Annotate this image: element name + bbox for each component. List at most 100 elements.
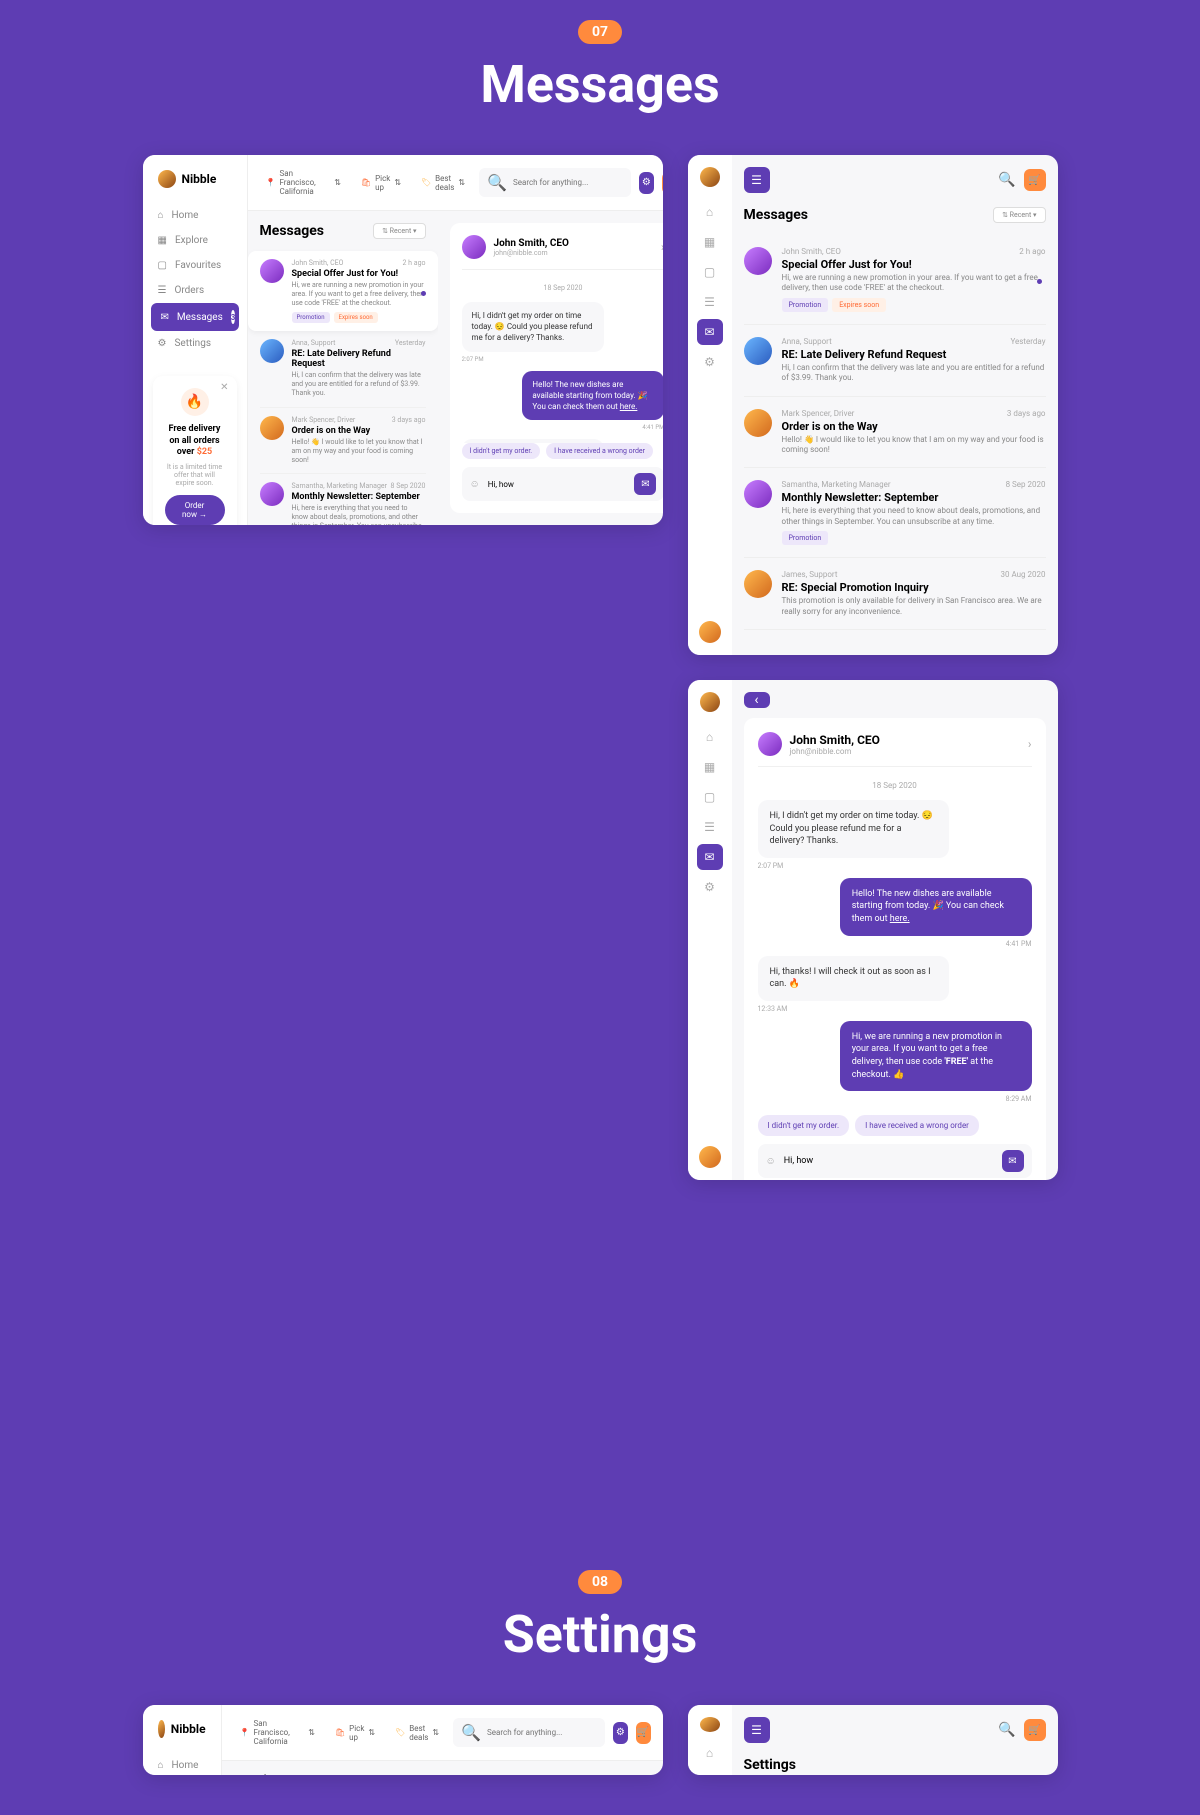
bubble-timestamp: 2:07 PM xyxy=(758,862,784,870)
emoji-icon[interactable]: ☺ xyxy=(766,1156,776,1167)
avatar xyxy=(260,416,284,440)
nav-orders[interactable]: ☰ xyxy=(697,289,723,315)
avatar xyxy=(744,570,772,598)
nav-explore[interactable]: ▦ xyxy=(697,754,723,780)
logo-icon[interactable] xyxy=(700,692,720,712)
avatar xyxy=(260,339,284,363)
chat-input[interactable] xyxy=(488,480,627,489)
nav-label: Messages xyxy=(177,312,223,323)
search[interactable]: 🔍 xyxy=(453,1718,605,1747)
send-button[interactable]: ✉ xyxy=(634,473,656,495)
nav-home[interactable]: ⌂ xyxy=(697,199,723,225)
chat-input[interactable] xyxy=(784,1156,994,1166)
nav-favourites[interactable]: ▢Favourites xyxy=(143,253,247,278)
avatar[interactable] xyxy=(699,1146,721,1168)
sidebar: Nibble ⌂Home ▦Explore ▢Favourites ☰Order… xyxy=(143,155,248,525)
nav-settings[interactable]: ⚙ xyxy=(697,874,723,900)
chat-contact-email: john@nibble.com xyxy=(494,249,569,257)
back-button[interactable]: ‹ xyxy=(744,692,770,708)
nav-home[interactable]: ⌂Home xyxy=(143,1753,221,1775)
nav-orders[interactable]: ☰Orders xyxy=(143,278,247,303)
message-subject: Order is on the Way xyxy=(292,426,426,436)
logo[interactable]: Nibble xyxy=(143,1720,221,1738)
deals-chip[interactable]: 🏷Best deals⇅ xyxy=(415,170,471,196)
message-item[interactable]: James, Support RE: Special Promotion Inq… xyxy=(744,558,1046,630)
message-tag: Promotion xyxy=(782,531,829,545)
message-item[interactable]: Samantha, Marketing Manager Monthly News… xyxy=(744,468,1046,558)
search-input[interactable] xyxy=(487,1728,597,1737)
pickup-label: Pick up xyxy=(349,1724,364,1742)
cart-button[interactable]: 🛒 xyxy=(1024,1719,1046,1741)
message-item[interactable]: Mark Spencer, Driver Order is on the Way… xyxy=(744,397,1046,469)
sidebar-compact: ⌂ ▦ ▢ ☰ ✉ ⚙ xyxy=(688,155,732,655)
home-icon: ⌂ xyxy=(158,1760,164,1771)
close-icon[interactable]: ✕ xyxy=(220,382,228,393)
cart-button[interactable]: 🛒 xyxy=(636,1722,651,1744)
orders-icon: ☰ xyxy=(158,285,167,296)
emoji-icon[interactable]: ☺ xyxy=(470,479,480,490)
nav-favourites[interactable]: ▢ xyxy=(697,784,723,810)
message-from: Mark Spencer, Driver xyxy=(782,409,1046,418)
logo-icon[interactable] xyxy=(700,1717,720,1732)
message-subject: RE: Special Promotion Inquiry xyxy=(782,581,1046,594)
quick-reply-button[interactable]: I have received a wrong order xyxy=(855,1115,979,1136)
message-item[interactable]: Mark Spencer, Driver Order is on the Way… xyxy=(260,408,426,474)
nav-messages[interactable]: ✉ xyxy=(697,844,723,870)
cart-button[interactable]: 🛒 xyxy=(662,172,663,194)
nav-settings[interactable]: ⚙Settings xyxy=(143,331,247,356)
nav-messages[interactable]: ✉Messages3 xyxy=(151,303,239,331)
menu-button[interactable]: ☰ xyxy=(744,1717,770,1743)
nav-explore[interactable]: ▦ xyxy=(697,229,723,255)
sort-button[interactable]: ⇅ Recent ▾ xyxy=(373,223,425,239)
settings-content: Settings General 👤Personal information› xyxy=(222,1761,663,1775)
message-item[interactable]: Anna, Support RE: Late Delivery Refund R… xyxy=(744,325,1046,397)
chat-link[interactable]: here. xyxy=(890,914,910,924)
message-preview: Hi, I can confirm that the delivery was … xyxy=(782,363,1046,384)
filter-button[interactable]: ⚙ xyxy=(639,172,654,194)
message-item[interactable]: Anna, Support RE: Late Delivery Refund R… xyxy=(260,331,426,407)
nav-explore[interactable]: ▦Explore xyxy=(143,228,247,253)
nav-home[interactable]: ⌂ xyxy=(697,724,723,750)
bubble-timestamp: 4:41 PM xyxy=(1006,940,1032,948)
quick-reply-button[interactable]: I didn't get my order. xyxy=(758,1115,850,1136)
message-subject: RE: Late Delivery Refund Request xyxy=(292,349,426,369)
chat-link[interactable]: here. xyxy=(620,402,638,411)
messages-icon: ✉ xyxy=(161,312,169,323)
nav-favourites[interactable]: ▢ xyxy=(697,259,723,285)
pickup-chip[interactable]: 🛍Pick up⇅ xyxy=(355,170,407,196)
quick-reply-button[interactable]: I didn't get my order. xyxy=(462,443,541,459)
search-input[interactable] xyxy=(513,178,623,187)
deals-chip[interactable]: 🏷Best deals⇅ xyxy=(389,1720,445,1746)
location-chip[interactable]: 📍San Francisco, California⇅ xyxy=(260,165,347,200)
order-now-button[interactable]: Order now → xyxy=(165,495,225,525)
message-time: 2 h ago xyxy=(403,259,426,267)
nav-home[interactable]: ⌂ xyxy=(697,1744,723,1763)
message-time: 3 days ago xyxy=(392,416,426,424)
nav-messages[interactable]: ✉ xyxy=(697,319,723,345)
chevron-right-icon[interactable]: › xyxy=(1028,737,1032,751)
filter-button[interactable]: ⚙ xyxy=(613,1722,628,1744)
cart-button[interactable]: 🛒 xyxy=(1024,169,1046,191)
menu-button[interactable]: ☰ xyxy=(744,167,770,193)
search-icon[interactable]: 🔍 xyxy=(998,172,1015,188)
message-item[interactable]: John Smith, CEO Special Offer Just for Y… xyxy=(744,235,1046,325)
sidebar-compact: ⌂ xyxy=(688,1705,732,1775)
search-icon[interactable]: 🔍 xyxy=(998,1722,1015,1738)
pickup-chip[interactable]: 🛍Pick up⇅ xyxy=(329,1720,381,1746)
message-item[interactable]: Samantha, Marketing Manager Monthly News… xyxy=(260,474,426,525)
nav-orders[interactable]: ☰ xyxy=(697,814,723,840)
nav-settings[interactable]: ⚙ xyxy=(697,349,723,375)
chat-contact-name: John Smith, CEO xyxy=(494,238,569,249)
message-item[interactable]: John Smith, CEO Special Offer Just for Y… xyxy=(248,251,438,331)
quick-reply-button[interactable]: I have received a wrong order xyxy=(546,443,653,459)
send-button[interactable]: ✉ xyxy=(1002,1150,1024,1172)
logo[interactable]: Nibble xyxy=(143,170,247,188)
avatar[interactable] xyxy=(699,621,721,643)
sort-button[interactable]: ⇅ Recent ▾ xyxy=(993,207,1045,223)
nav-home[interactable]: ⌂Home xyxy=(143,203,247,228)
chevron-right-icon[interactable]: › xyxy=(661,240,663,254)
logo-icon[interactable] xyxy=(700,167,720,187)
search[interactable]: 🔍 xyxy=(479,168,631,197)
location-chip[interactable]: 📍San Francisco, California⇅ xyxy=(234,1715,321,1750)
message-time: 8 Sep 2020 xyxy=(391,482,426,490)
